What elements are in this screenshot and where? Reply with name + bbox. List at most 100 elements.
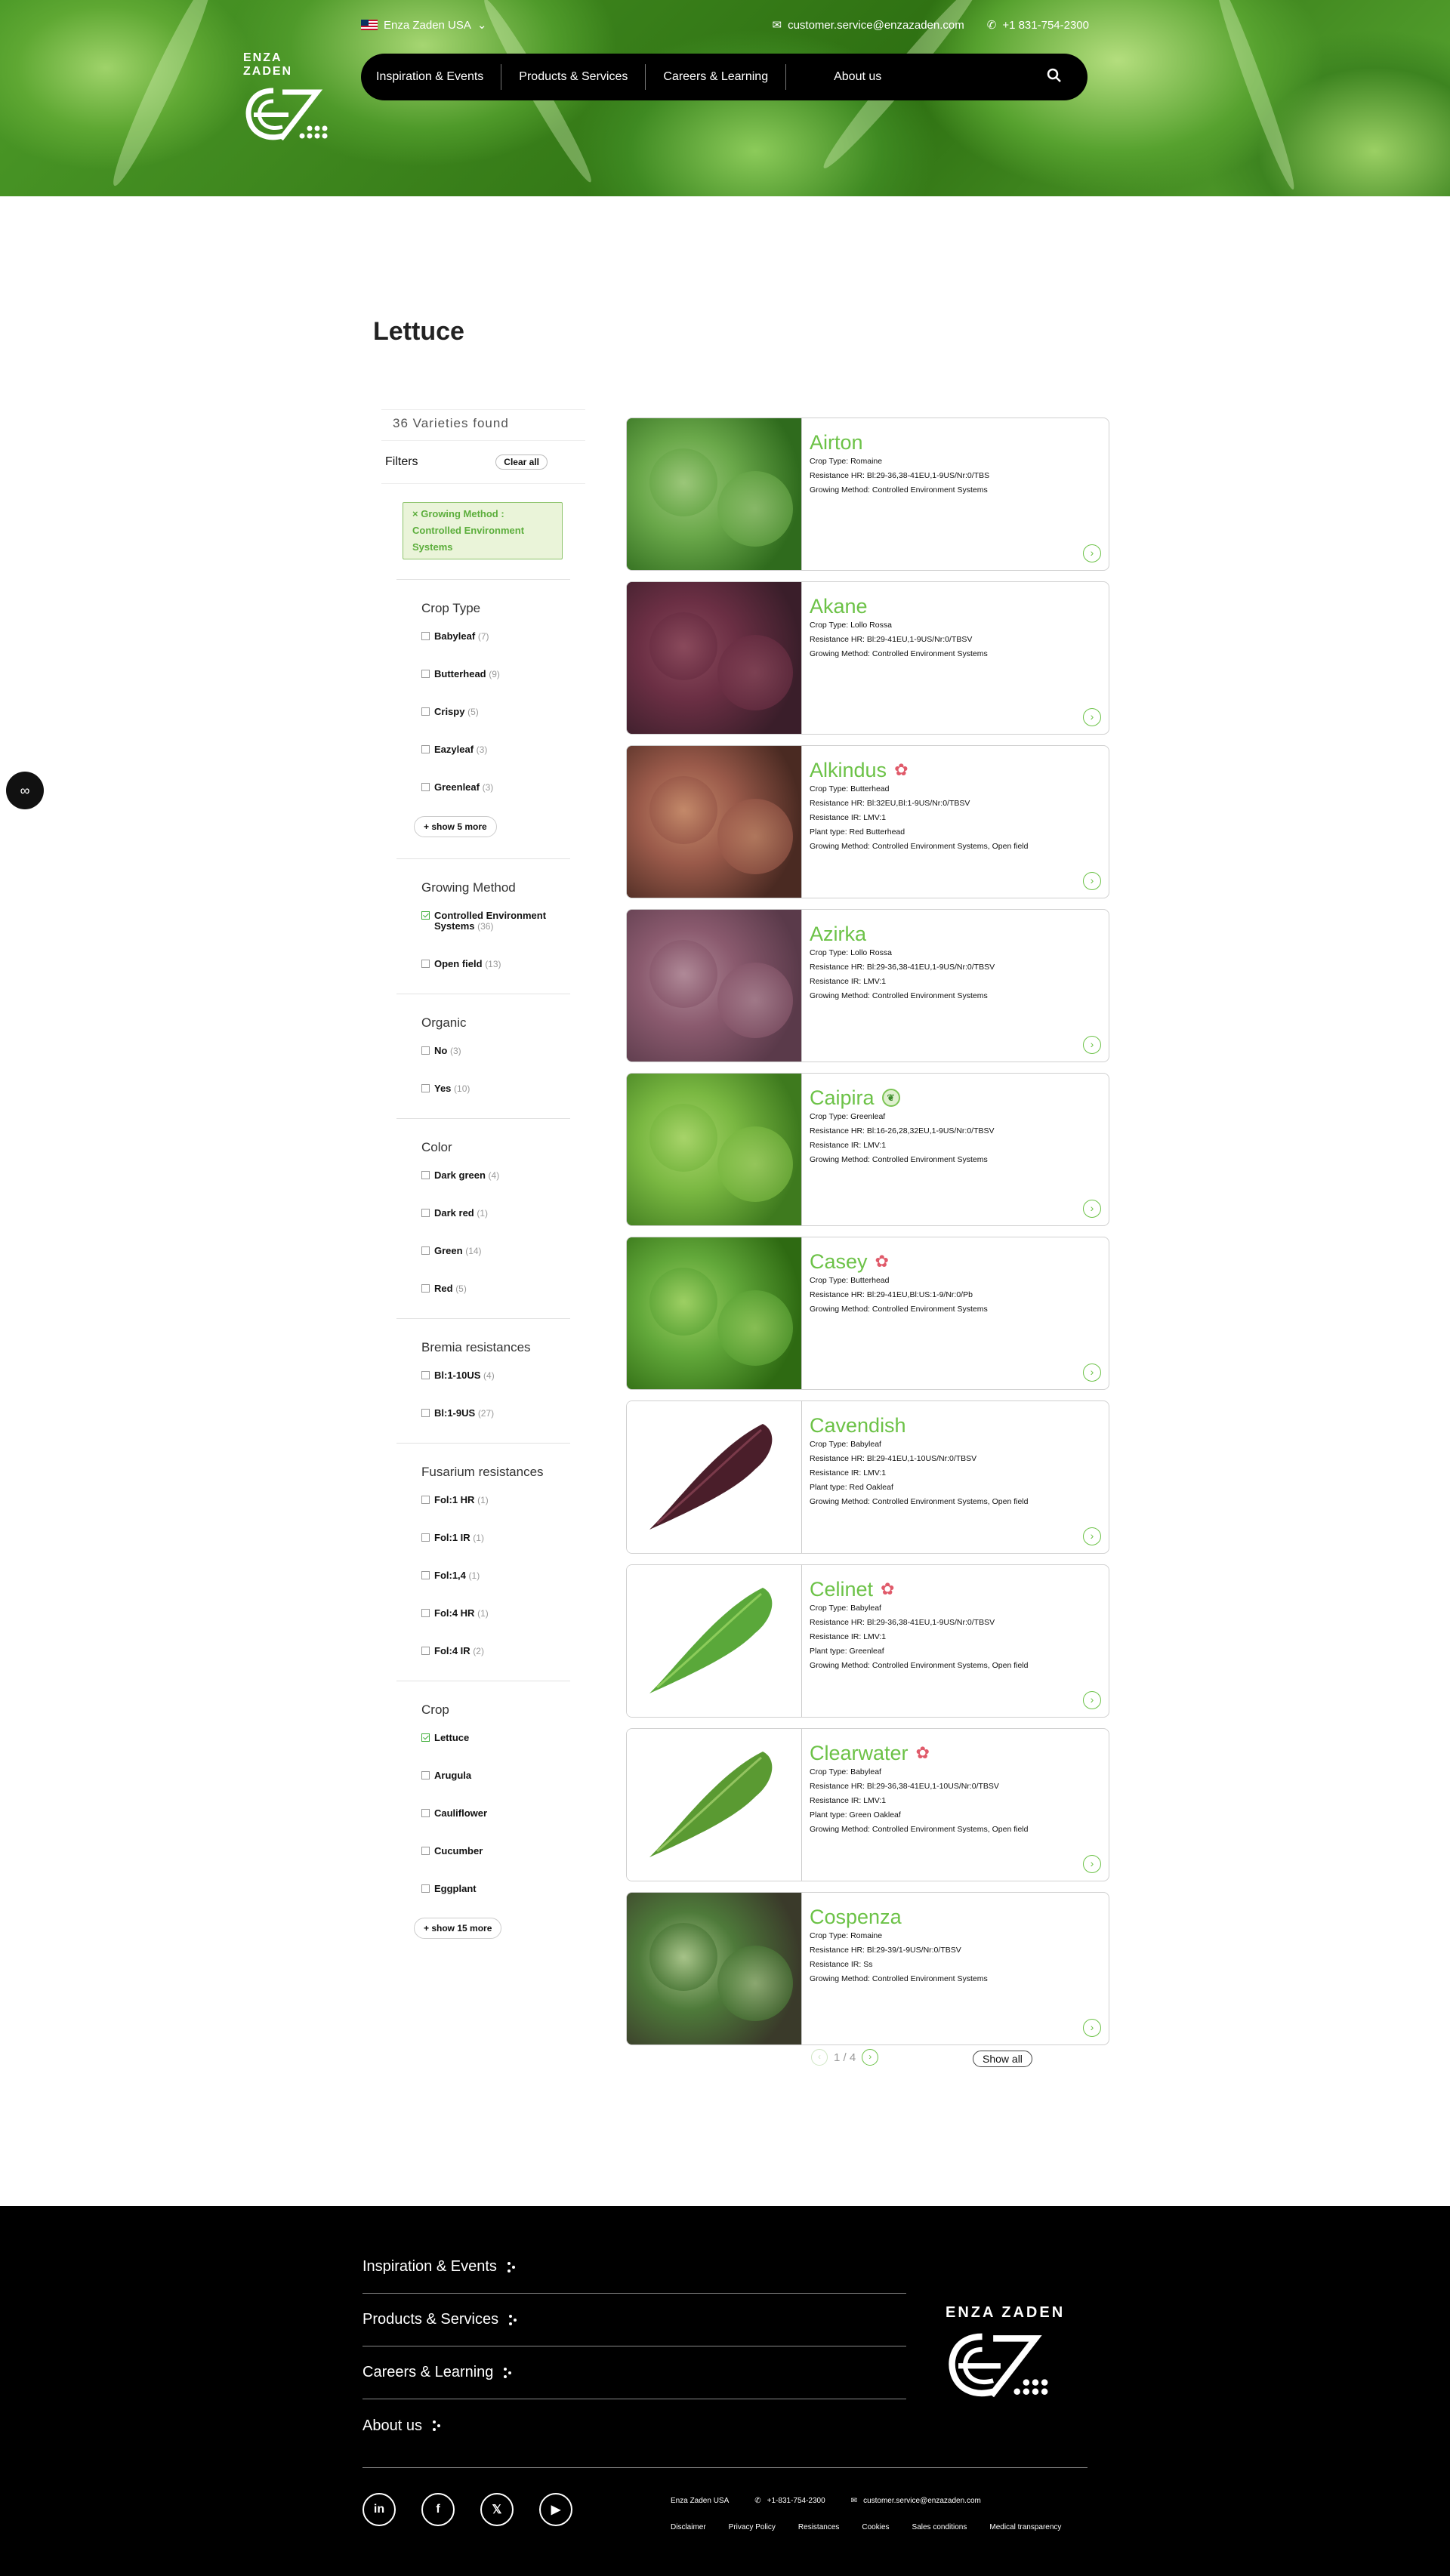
filter-option[interactable]: Fol:4 HR (1) [421,1608,570,1619]
filter-option[interactable]: Open field (13) [421,959,570,969]
variety-name[interactable]: Airton [810,432,863,453]
filter-option[interactable]: Controlled Environment Systems (36) [421,911,570,932]
chevron-right-icon[interactable]: › [1083,1200,1101,1218]
variety-card[interactable]: Cavendish Crop Type: Babyleaf Resistance … [626,1400,1109,1554]
footer-nav-about-us[interactable]: About us [362,2399,906,2452]
filter-option[interactable]: Dark red (1) [421,1208,570,1219]
filter-option[interactable]: Yes (10) [421,1083,570,1094]
checkbox[interactable] [421,670,430,678]
checkbox[interactable] [421,745,430,753]
filter-option[interactable]: No (3) [421,1046,570,1056]
chevron-right-icon[interactable]: › [1083,1527,1101,1545]
footer-link-cookies[interactable]: Cookies [862,2523,889,2531]
checkbox[interactable] [421,707,430,716]
checkbox[interactable] [421,1371,430,1379]
checkbox[interactable] [421,1647,430,1655]
footer-link-privacy[interactable]: Privacy Policy [729,2523,776,2531]
footer-nav-careers-learning[interactable]: Careers & Learning [362,2346,906,2399]
footer-link-medical-transparency[interactable]: Medical transparency [989,2523,1061,2531]
variety-card[interactable]: Cospenza Crop Type: Romaine Resistance HR… [626,1892,1109,2045]
variety-card[interactable]: Casey ✿ Crop Type: Butterhead Resistance H… [626,1237,1109,1390]
show-all-button[interactable]: Show all [973,2051,1032,2067]
chevron-right-icon[interactable]: › [1083,1363,1101,1382]
nav-about-us[interactable]: About us [816,64,899,90]
checkbox[interactable] [421,1809,430,1817]
chevron-right-icon[interactable]: › [1083,1036,1101,1054]
checkbox[interactable] [421,1409,430,1417]
filter-option[interactable]: Fol:1 HR (1) [421,1495,570,1505]
country-selector[interactable]: Enza Zaden USA ⌄ [361,18,486,32]
variety-name[interactable]: Akane [810,596,868,617]
checkbox[interactable] [421,1284,430,1293]
show-more-button[interactable]: + show 5 more [414,816,497,837]
checkbox[interactable] [421,1609,430,1617]
checkbox[interactable] [421,1533,430,1542]
variety-name[interactable]: Cavendish [810,1415,906,1436]
checkbox[interactable] [421,632,430,640]
chevron-right-icon[interactable]: › [1083,872,1101,890]
checkbox[interactable] [421,1884,430,1893]
filter-option[interactable]: Red (5) [421,1283,570,1294]
filter-option[interactable]: Greenleaf (3) [421,782,570,793]
checkbox[interactable] [421,1171,430,1179]
checkbox[interactable] [421,1733,430,1742]
chevron-right-icon[interactable]: › [1083,708,1101,726]
chevron-right-icon[interactable]: › [1083,2019,1101,2037]
checkbox[interactable] [421,1847,430,1855]
checkbox[interactable] [421,783,430,791]
variety-card[interactable]: Clearwater ✿ Crop Type: Babyleaf Resistanc… [626,1728,1109,1881]
show-more-button[interactable]: + show 15 more [414,1918,502,1939]
nav-careers-learning[interactable]: Careers & Learning [646,64,787,90]
checkbox[interactable] [421,1084,430,1092]
variety-card[interactable]: Akane Crop Type: Lollo Rossa Resistance H… [626,581,1109,735]
clear-all-button[interactable]: Clear all [495,454,548,470]
nav-inspiration-events[interactable]: Inspiration & Events [361,64,502,90]
variety-card[interactable]: Alkindus ✿ Crop Type: Butterhead Resistanc… [626,745,1109,898]
variety-card[interactable]: Caipira ❦ Crop Type: Greenleaf Resistance … [626,1073,1109,1226]
filter-option[interactable]: Lettuce [421,1733,570,1743]
footer-link-disclaimer[interactable]: Disclaimer [671,2523,706,2531]
footer-link-sales-conditions[interactable]: Sales conditions [912,2523,967,2531]
checkbox[interactable] [421,1246,430,1255]
variety-name[interactable]: Casey [810,1251,868,1272]
checkbox[interactable] [421,1496,430,1504]
variety-name[interactable]: Celinet [810,1579,873,1600]
variety-name[interactable]: Azirka [810,923,866,944]
search-icon[interactable] [1047,68,1062,87]
filter-option[interactable]: Crispy (5) [421,707,570,717]
filter-option[interactable]: Fol:1 IR (1) [421,1533,570,1543]
facebook-icon[interactable]: f [421,2493,455,2526]
filter-option[interactable]: Eggplant [421,1884,570,1894]
active-filter-chip[interactable]: × Growing Method : Controlled Environmen… [403,502,563,559]
footer-phone-link[interactable]: ✆ +1-831-754-2300 [754,2497,825,2505]
variety-name[interactable]: Alkindus [810,760,887,781]
next-page-button[interactable]: › [862,2049,879,2066]
chevron-right-icon[interactable]: › [1083,1691,1101,1709]
variety-name[interactable]: Clearwater [810,1742,909,1764]
footer-logo[interactable]: ENZA ZADEN [946,2304,1065,2407]
filter-option[interactable]: Cucumber [421,1846,570,1857]
brand-logo[interactable]: ENZA ZADEN [243,51,334,149]
filter-option[interactable]: Fol:1,4 (1) [421,1570,570,1581]
filter-option[interactable]: Babyleaf (7) [421,631,570,642]
footer-email-link[interactable]: ✉ customer.service@enzazaden.com [851,2497,981,2505]
footer-nav-products-services[interactable]: Products & Services [362,2294,906,2346]
filter-option[interactable]: Fol:4 IR (2) [421,1646,570,1656]
variety-name[interactable]: Cospenza [810,1906,902,1927]
checkbox[interactable] [421,960,430,968]
filter-option[interactable]: Butterhead (9) [421,669,570,679]
filter-option[interactable]: Dark green (4) [421,1170,570,1181]
checkbox[interactable] [421,1571,430,1579]
prev-page-button[interactable]: ‹ [811,2049,828,2066]
nav-products-services[interactable]: Products & Services [501,64,646,90]
filter-option[interactable]: Bl:1-9US (27) [421,1408,570,1419]
chevron-right-icon[interactable]: › [1083,544,1101,562]
variety-card[interactable]: Airton Crop Type: Romaine Resistance HR: … [626,418,1109,571]
chevron-right-icon[interactable]: › [1083,1855,1101,1873]
filter-option[interactable]: Green (14) [421,1246,570,1256]
accessibility-icon[interactable]: ∞ [6,772,44,809]
variety-name[interactable]: Caipira [810,1087,875,1108]
linkedin-icon[interactable]: in [362,2493,396,2526]
filter-option[interactable]: Bl:1-10US (4) [421,1370,570,1381]
checkbox[interactable] [421,911,430,920]
